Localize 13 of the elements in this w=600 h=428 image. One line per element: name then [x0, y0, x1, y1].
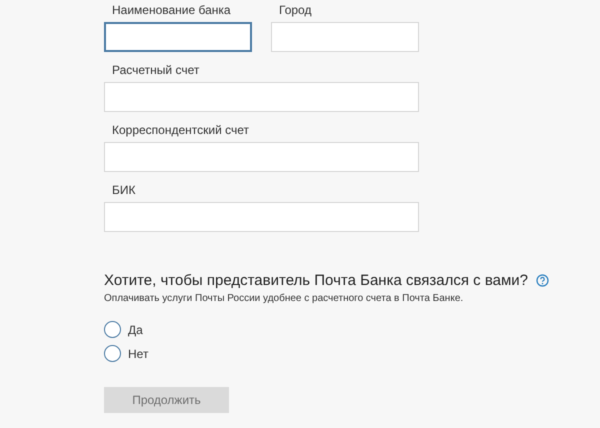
- question-title: Хотите, чтобы представитель Почта Банка связался с вами?: [104, 272, 528, 289]
- option-label: Да: [128, 322, 143, 336]
- radio-button[interactable]: [104, 321, 121, 338]
- radio-button[interactable]: [104, 345, 121, 362]
- help-icon[interactable]: [536, 274, 549, 287]
- field-label: Наименование банка: [111, 3, 232, 18]
- question-subtitle: Оплачивать услуги Почты России удобнее с расчетного счета в Почта Банке.: [104, 293, 464, 304]
- input-field[interactable]: [104, 22, 252, 52]
- option-label: Нет: [128, 346, 148, 360]
- field-label: Расчетный счет: [111, 63, 200, 78]
- field-label: БИК: [111, 183, 136, 198]
- field-label: Город: [278, 3, 312, 18]
- field-label: Корреспондентский счет: [111, 123, 250, 138]
